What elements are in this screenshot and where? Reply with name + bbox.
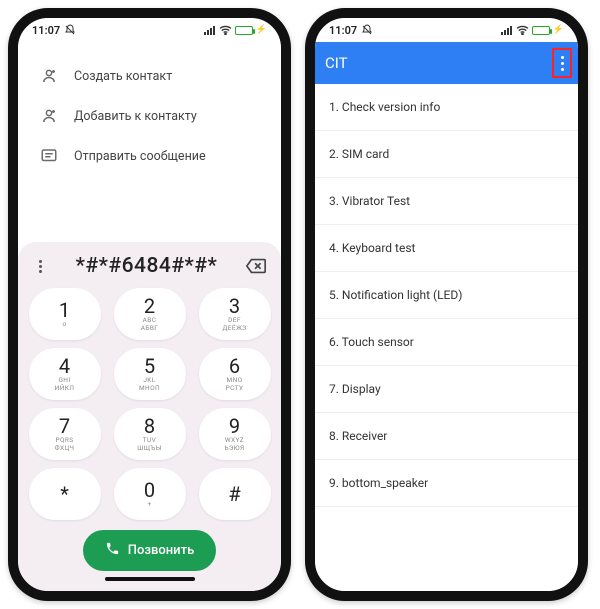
more-menu-icon[interactable] bbox=[32, 260, 48, 273]
battery-icon bbox=[532, 26, 550, 35]
key-9[interactable]: 9WXYZ ЬЭЮЯ bbox=[199, 408, 271, 460]
option-send-message[interactable]: Отправить сообщение bbox=[18, 136, 281, 176]
cit-item-speaker[interactable]: 9. bottom_speaker bbox=[315, 460, 578, 507]
wifi-icon bbox=[219, 25, 232, 35]
option-add-to-contact[interactable]: Добавить к контакту bbox=[18, 96, 281, 136]
dialed-number: *#*#6484#*#* bbox=[48, 254, 245, 278]
phone-icon bbox=[105, 541, 120, 560]
cit-item-vibrator[interactable]: 3. Vibrator Test bbox=[315, 178, 578, 225]
dialer-panel: *#*#6484#*#* 1ᴏ 2ABC АБВГ 3DEF ДЕЁЖЗ 4GH… bbox=[18, 242, 281, 591]
option-label: Добавить к контакту bbox=[74, 109, 197, 124]
cit-item-keyboard[interactable]: 4. Keyboard test bbox=[315, 225, 578, 272]
cit-item-receiver[interactable]: 8. Receiver bbox=[315, 413, 578, 460]
person-add-icon bbox=[40, 67, 58, 85]
cit-list: 1. Check version info 2. SIM card 3. Vib… bbox=[315, 84, 578, 591]
option-label: Создать контакт bbox=[74, 69, 172, 84]
key-4[interactable]: 4GHI ИЙКЛ bbox=[29, 348, 101, 400]
cit-item-notif-light[interactable]: 5. Notification light (LED) bbox=[315, 272, 578, 319]
call-label: Позвонить bbox=[128, 543, 195, 558]
charging-icon: ⚡ bbox=[256, 25, 267, 35]
status-bar: 11:07 ⚡ bbox=[315, 18, 578, 42]
cit-item-display[interactable]: 7. Display bbox=[315, 366, 578, 413]
key-star[interactable]: * bbox=[29, 468, 101, 520]
key-0[interactable]: 0+ bbox=[114, 468, 186, 520]
phone-dialer: 11:07 ⚡ Создать контакт bbox=[8, 8, 291, 601]
key-8[interactable]: 8TUV ШЩЪЫ bbox=[114, 408, 186, 460]
option-create-contact[interactable]: Создать контакт bbox=[18, 56, 281, 96]
status-bar: 11:07 ⚡ bbox=[18, 18, 281, 42]
call-button[interactable]: Позвонить bbox=[83, 530, 217, 571]
message-icon bbox=[40, 147, 58, 165]
cit-item-sim[interactable]: 2. SIM card bbox=[315, 131, 578, 178]
signal-icon bbox=[501, 25, 513, 35]
key-7[interactable]: 7PQRS ФХЦЧ bbox=[29, 408, 101, 460]
cit-app-bar: CIT bbox=[315, 42, 578, 84]
keypad: 1ᴏ 2ABC АБВГ 3DEF ДЕЁЖЗ 4GHI ИЙКЛ 5JKL М… bbox=[26, 288, 273, 520]
person-add-icon bbox=[40, 107, 58, 125]
signal-icon bbox=[204, 25, 216, 35]
status-time: 11:07 bbox=[32, 24, 60, 37]
charging-icon: ⚡ bbox=[553, 25, 564, 35]
cit-title: CIT bbox=[325, 54, 348, 72]
dnd-icon bbox=[361, 24, 373, 36]
key-5[interactable]: 5JKL МНОП bbox=[114, 348, 186, 400]
key-3[interactable]: 3DEF ДЕЁЖЗ bbox=[199, 288, 271, 340]
option-label: Отправить сообщение bbox=[74, 149, 206, 164]
cit-item-version[interactable]: 1. Check version info bbox=[315, 84, 578, 131]
cit-item-touch[interactable]: 6. Touch sensor bbox=[315, 319, 578, 366]
battery-icon bbox=[235, 26, 253, 35]
home-indicator[interactable] bbox=[105, 577, 195, 581]
phone-cit: 11:07 ⚡ CIT 1. Check version info 2. SIM… bbox=[305, 8, 588, 601]
key-1[interactable]: 1ᴏ bbox=[29, 288, 101, 340]
key-6[interactable]: 6MNO РСТУ bbox=[199, 348, 271, 400]
overflow-menu-icon[interactable] bbox=[552, 48, 572, 78]
key-2[interactable]: 2ABC АБВГ bbox=[114, 288, 186, 340]
key-hash[interactable]: # bbox=[199, 468, 271, 520]
backspace-icon[interactable] bbox=[245, 257, 267, 275]
status-time: 11:07 bbox=[329, 24, 357, 37]
dnd-icon bbox=[64, 24, 76, 36]
wifi-icon bbox=[516, 25, 529, 35]
